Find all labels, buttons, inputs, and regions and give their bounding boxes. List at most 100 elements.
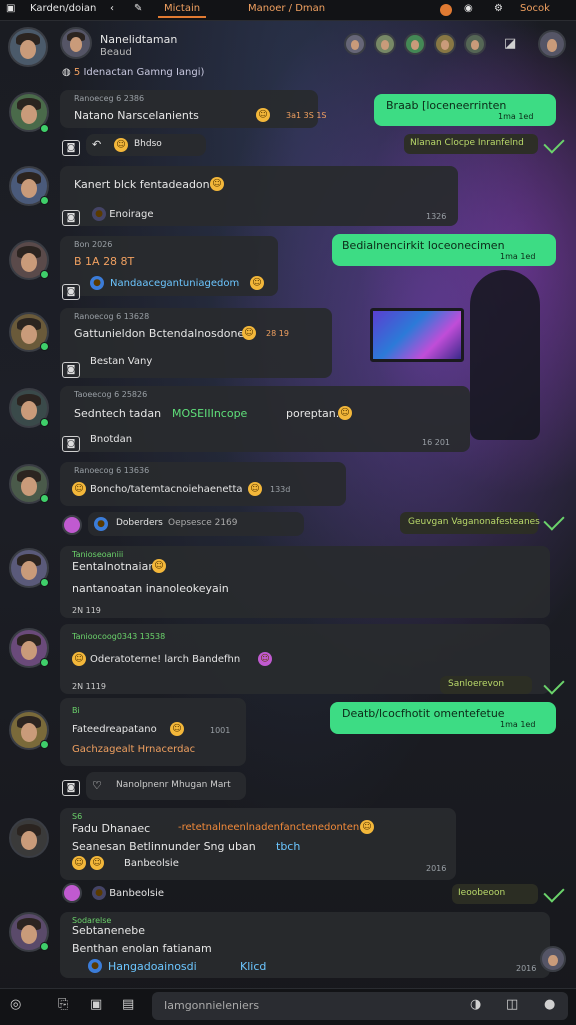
online-indicator <box>40 342 49 351</box>
message-link[interactable]: Hangadoainosdi <box>108 960 197 973</box>
camera-icon[interactable]: ◙ <box>62 780 80 796</box>
reply-chip[interactable]: ● Enoirage <box>92 207 153 221</box>
sent-time: 1ma 1ed <box>500 252 536 261</box>
reply-chip[interactable]: ● Banbeolsie <box>92 886 164 900</box>
sent-bubble[interactable]: Braab [loceneerrinten 1ma 1ed <box>374 94 556 126</box>
reaction-avatar[interactable] <box>62 515 82 535</box>
tab-active[interactable]: Mictain <box>158 3 207 18</box>
sent-bubble[interactable]: Bedialnencirkit Ioceonecimen 1ma 1ed <box>332 234 556 266</box>
sent-olive-chip[interactable]: Ieoobeoon <box>452 884 538 904</box>
message-link[interactable]: Gachzagealt Hrnacerdac <box>72 744 195 755</box>
my-avatar[interactable] <box>540 946 566 972</box>
message-highlight: MOSEIIIncope <box>172 407 248 420</box>
member-avatar[interactable] <box>434 33 456 55</box>
group-avatar[interactable] <box>8 27 48 67</box>
olive-text: Geuvgan Vaganonafesteanes <box>408 517 540 527</box>
message-bubble[interactable]: Bon 2026 B 1A 28 8T ● Nandaacegantuniage… <box>60 236 278 296</box>
image-icon[interactable]: ▣ <box>90 997 102 1012</box>
message-bubble[interactable]: Taoeecog 6 25826 Sedntech tadan MOSEIIIn… <box>60 386 470 452</box>
message-text: Fadu Dhanaec <box>72 822 151 835</box>
send-icon[interactable]: ● <box>544 997 555 1012</box>
camera-icon[interactable]: ◙ <box>62 362 80 378</box>
message-link[interactable]: Nandaacegantuniagedom <box>110 278 239 289</box>
reply-text: Bnotdan <box>90 434 133 445</box>
emoji-icon: ☺ <box>250 276 264 290</box>
emoji-icon: ☺ <box>360 820 374 834</box>
avatar-mini-icon: ● <box>92 886 106 900</box>
message-bubble[interactable]: S6 Fadu Dhanaec -retetnalneenlnadenfanct… <box>60 808 456 880</box>
link-icon: ● <box>88 959 102 973</box>
message-time: 16 201 <box>422 438 450 447</box>
camera-icon[interactable]: ◙ <box>62 284 80 300</box>
message-text: Oderatoterne! larch Bandefhn <box>90 654 241 665</box>
reply-chip[interactable]: ● Doberders Oepsesce 2169 <box>88 512 304 536</box>
member-avatar[interactable] <box>464 33 486 55</box>
message-meta: Bon 2026 <box>74 240 113 249</box>
top-right-label[interactable]: Socok <box>520 3 550 14</box>
message-link-2[interactable]: Klicd <box>240 960 266 973</box>
group-name: Nanelidtaman <box>100 33 178 46</box>
heart-icon: ♡ <box>92 779 102 792</box>
message-meta: Ranoeceg 6 2386 <box>74 94 145 103</box>
online-indicator <box>40 124 49 133</box>
message-bubble[interactable]: Ranoecog 6 13636 ☺ Boncho/tatemtacnoieha… <box>60 462 346 506</box>
message-bubble[interactable]: Ranoecog 6 13628 Gattunieldon Bctendalno… <box>60 308 332 378</box>
reply-text-2: Oepsesce 2169 <box>168 518 238 528</box>
member-avatar[interactable] <box>344 33 366 55</box>
emoji-icon: ☺ <box>210 177 224 191</box>
sent-olive-chip[interactable]: Nlanan Clocpe Inranfelnd <box>404 134 538 154</box>
message-text: Gattunieldon Bctendalnosdone <box>74 327 245 340</box>
tab-secondary[interactable]: Manoer / Dman <box>248 3 325 14</box>
video-call-icon[interactable]: ◪ <box>504 36 516 51</box>
reply-text: Banbeolsie <box>124 858 179 869</box>
message-time: 2N 1119 <box>72 682 106 691</box>
camera-icon[interactable]: ◙ <box>62 436 80 452</box>
message-input[interactable]: Iamgonnieleniers <box>164 999 259 1012</box>
camera-icon[interactable]: ◙ <box>62 140 80 156</box>
group-subtitle: Beaud <box>100 47 132 58</box>
mic-icon[interactable]: ◫ <box>506 997 518 1012</box>
emoji-icon: ☺ <box>170 722 184 736</box>
olive-text: Ieoobeoon <box>458 888 506 898</box>
message-bubble[interactable]: Sodarelse Sebtanenebe Benthan enolan fat… <box>60 912 550 978</box>
sticker-icon[interactable]: ◑ <box>470 997 481 1012</box>
header-avatar[interactable] <box>60 27 92 59</box>
camera-icon[interactable]: ◙ <box>62 210 80 226</box>
sender-avatar[interactable] <box>9 818 49 858</box>
emoji-picker-icon[interactable]: ◎ <box>10 997 21 1012</box>
online-indicator <box>40 740 49 749</box>
profile-avatar[interactable] <box>538 30 566 58</box>
attach-icon[interactable]: ⎘ <box>58 997 68 1012</box>
emoji-icon: ☺ <box>258 652 272 666</box>
message-text: Kanert blck fentadeadone <box>74 178 217 191</box>
sent-olive-chip[interactable]: Geuvgan Vaganonafesteanes <box>400 512 540 534</box>
emoji-icon: ☺ <box>256 108 270 122</box>
background-person <box>470 270 540 440</box>
notification-icon[interactable] <box>440 4 452 16</box>
back-arrow-icon[interactable]: ‹ <box>110 3 114 14</box>
avatar-small-icon[interactable]: ◉ <box>464 3 473 14</box>
message-bubble[interactable]: Tanioseoaniii Eentalnotnaian ☺ nantanoat… <box>60 546 550 618</box>
reply-text: Doberders <box>116 518 163 528</box>
tag-icon[interactable]: ✎ <box>134 3 142 14</box>
reply-chip[interactable]: ↶ ☺ Bhdso <box>86 134 206 156</box>
reply-text: Nanolpnenr Mhugan Mart <box>116 780 231 790</box>
message-time: 133d <box>270 485 291 494</box>
reply-chip[interactable]: ♡ Nanolpnenr Mhugan Mart <box>86 772 246 800</box>
message-bubble[interactable]: Bi Fateedreapatano ☺ 1001 Gachzagealt Hr… <box>60 698 246 766</box>
member-avatar[interactable] <box>404 33 426 55</box>
sent-bubble[interactable]: Deatb/lcocfhotit omentefetue 1ma 1ed <box>330 702 556 734</box>
sent-text: Braab [loceneerrinten <box>386 99 507 112</box>
reaction-avatar[interactable] <box>62 883 82 903</box>
message-text: Sedntech tadan <box>74 407 162 420</box>
app-icon: ▣ <box>6 3 16 14</box>
message-meta: Bi <box>72 706 80 715</box>
member-avatar[interactable] <box>374 33 396 55</box>
message-text: B 1A 28 8T <box>74 255 135 268</box>
search-icon[interactable]: ⚙ <box>494 3 503 14</box>
gif-icon[interactable]: ▤ <box>122 997 134 1012</box>
message-link[interactable]: tbch <box>276 840 300 853</box>
sent-olive-chip[interactable]: Sanloerevon <box>440 676 532 694</box>
message-bubble[interactable]: Ranoeceg 6 2386 Natano Narscelanients ☺ … <box>60 90 327 128</box>
message-text: Eentalnotnaian <box>72 560 156 573</box>
